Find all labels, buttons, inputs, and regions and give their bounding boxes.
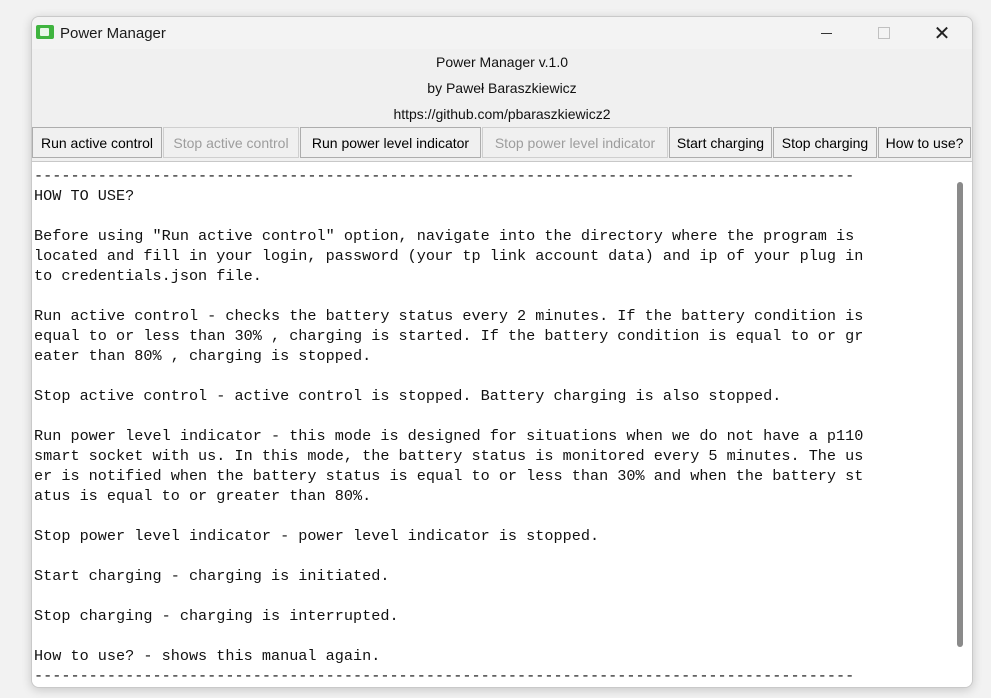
manual-line: How to use? - shows this manual again. [34, 647, 381, 665]
manual-line: Stop power level indicator - power level… [34, 527, 600, 545]
manual-line: Run power level indicator - this mode is… [34, 427, 864, 445]
manual-line: ----------------------------------------… [34, 667, 855, 685]
how-to-use-button[interactable]: How to use? [878, 127, 971, 158]
manual-line: er is notified when the battery status i… [34, 467, 864, 485]
author-label: by Paweł Baraszkiewicz [427, 80, 577, 96]
manual-line [34, 506, 949, 526]
app-window: Power Manager ✕ Power Manager v.1.0 by P… [31, 16, 973, 688]
manual-line: Run active control - checks the battery … [34, 307, 864, 325]
toolbar: Run active control Stop active control R… [32, 127, 972, 160]
manual-line: Start charging - charging is initiated. [34, 567, 390, 585]
stop-active-control-button: Stop active control [163, 127, 299, 158]
manual-line: smart socket with us. In this mode, the … [34, 447, 864, 465]
manual-line: HOW TO USE? [34, 187, 135, 205]
manual-line: eater than 80% , charging is stopped. [34, 347, 372, 365]
start-charging-button[interactable]: Start charging [669, 127, 772, 158]
close-icon: ✕ [933, 21, 951, 45]
app-version-label: Power Manager v.1.0 [435, 54, 569, 70]
stop-power-level-indicator-button: Stop power level indicator [482, 127, 668, 158]
manual-line: Stop charging - charging is interrupted. [34, 607, 399, 625]
minimize-button[interactable] [797, 17, 855, 49]
close-button[interactable]: ✕ [913, 17, 971, 49]
minimize-icon [820, 32, 832, 34]
manual-line [34, 366, 949, 386]
maximize-button [855, 17, 913, 49]
manual-line: atus is equal to or greater than 80%. [34, 487, 372, 505]
manual-text: ----------------------------------------… [34, 166, 949, 686]
manual-line [34, 206, 949, 226]
manual-text-area[interactable]: ----------------------------------------… [32, 161, 972, 687]
manual-line: Before using "Run active control" option… [34, 227, 855, 245]
manual-line: equal to or less than 30% , charging is … [34, 327, 864, 345]
manual-line: to credentials.json file. [34, 267, 262, 285]
manual-line: located and fill in your login, password… [34, 247, 864, 265]
maximize-icon [878, 27, 890, 39]
manual-line [34, 286, 949, 306]
manual-line [34, 406, 949, 426]
vertical-scrollbar[interactable] [957, 182, 963, 647]
manual-line [34, 586, 949, 606]
manual-line [34, 546, 949, 566]
title-bar[interactable]: Power Manager ✕ [32, 17, 972, 49]
manual-line [34, 626, 949, 646]
window-title: Power Manager [60, 25, 166, 42]
battery-app-icon [36, 25, 54, 39]
manual-line: Stop active control - active control is … [34, 387, 782, 405]
github-url-label: https://github.com/pbaraszkiewicz2 [393, 106, 611, 122]
run-power-level-indicator-button[interactable]: Run power level indicator [300, 127, 481, 158]
manual-line: ----------------------------------------… [34, 167, 855, 185]
run-active-control-button[interactable]: Run active control [32, 127, 162, 158]
stop-charging-button[interactable]: Stop charging [773, 127, 877, 158]
